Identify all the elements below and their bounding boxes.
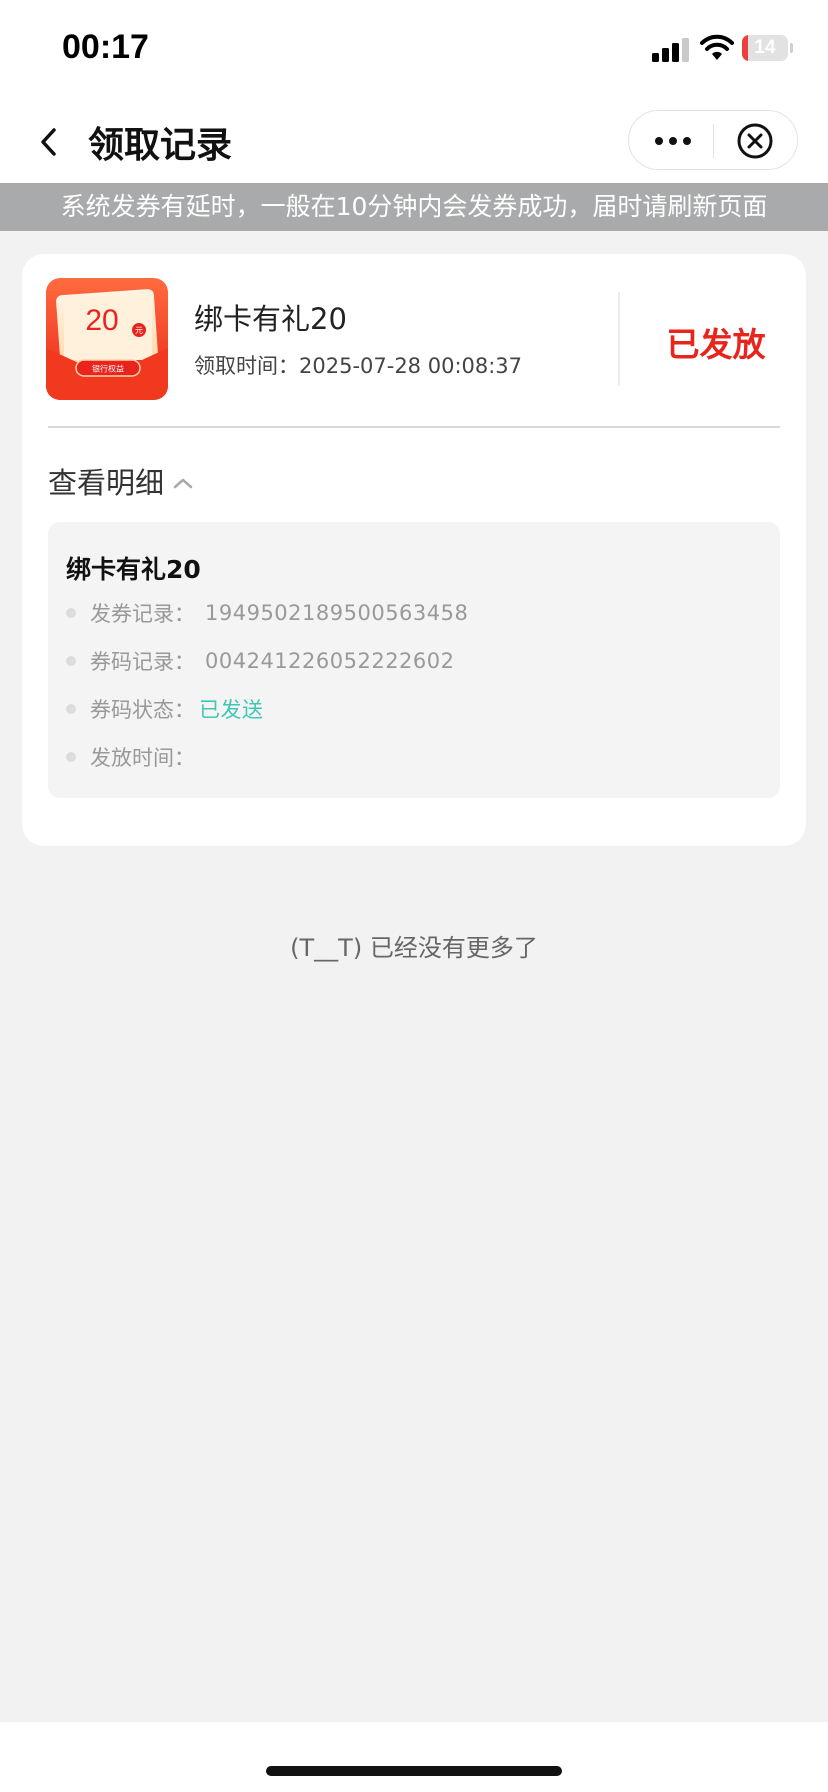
close-circle-icon[interactable] [736,122,774,160]
menu-capsule [628,110,798,170]
detail-value: 1949502189500563458 [205,601,469,625]
home-indicator[interactable] [266,1766,562,1776]
more-icon[interactable] [653,129,693,153]
detail-title: 绑卡有礼20 [66,555,201,584]
wifi-icon [700,34,734,60]
battery-icon: 14 [742,35,788,61]
battery-cap [790,43,793,53]
status-bar: 00:17 14 [0,0,828,100]
detail-value: 004241226052222602 [205,649,455,673]
bullet-dot [66,752,76,762]
detail-label: 发券记录： [90,602,195,626]
detail-row-code-record: 券码记录： 004241226052222602 [66,646,455,676]
record-time-label: 领取时间： [194,354,299,378]
notice-banner: 系统发券有延时，一般在10分钟内会发券成功，届时请刷新页面 [0,183,828,231]
detail-value: 已发送 [199,698,264,722]
record-time-value: 2025-07-28 00:08:37 [299,354,523,378]
detail-row-issue-time: 发放时间： [66,742,205,772]
record-time: 领取时间：2025-07-28 00:08:37 [194,350,522,380]
detail-row-code-status: 券码状态： 已发送 [66,694,264,724]
horizontal-divider [48,426,780,428]
end-of-list-text: (T__T) 已经没有更多了 [290,934,538,962]
record-status: 已发放 [666,325,766,364]
detail-panel: 绑卡有礼20 发券记录： 1949502189500563458 券码记录： 0… [48,522,780,798]
status-time: 00:17 [62,28,149,66]
detail-toggle-label: 查看明细 [48,466,165,500]
detail-label: 券码记录： [90,650,195,674]
signal-icon [652,38,689,62]
nav-bar: 领取记录 [0,100,828,183]
detail-label: 发放时间： [90,746,195,770]
bottom-safe-area [0,1722,828,1792]
record-title: 绑卡有礼20 [194,302,347,336]
page-title: 领取记录 [88,125,233,166]
chevron-left-icon[interactable] [34,122,64,162]
capsule-divider [713,124,714,158]
coupon-unit: 元 [135,326,143,335]
battery-level: 14 [754,37,776,58]
bullet-dot [66,608,76,618]
detail-row-issue-record: 发券记录： 1949502189500563458 [66,598,468,628]
bullet-dot [66,704,76,714]
coupon-thumbnail: 20 元 银行权益 [46,278,168,400]
record-card: 20 元 银行权益 绑卡有礼20 领取时间：2025-07-28 00:08:3… [22,254,806,846]
chevron-up-icon [173,478,193,489]
detail-toggle[interactable]: 查看明细 [48,460,194,502]
detail-label: 券码状态： [90,698,195,722]
vertical-divider [618,292,620,386]
coupon-amount: 20 [85,304,118,337]
bullet-dot [66,656,76,666]
coupon-button-label: 银行权益 [92,364,124,374]
